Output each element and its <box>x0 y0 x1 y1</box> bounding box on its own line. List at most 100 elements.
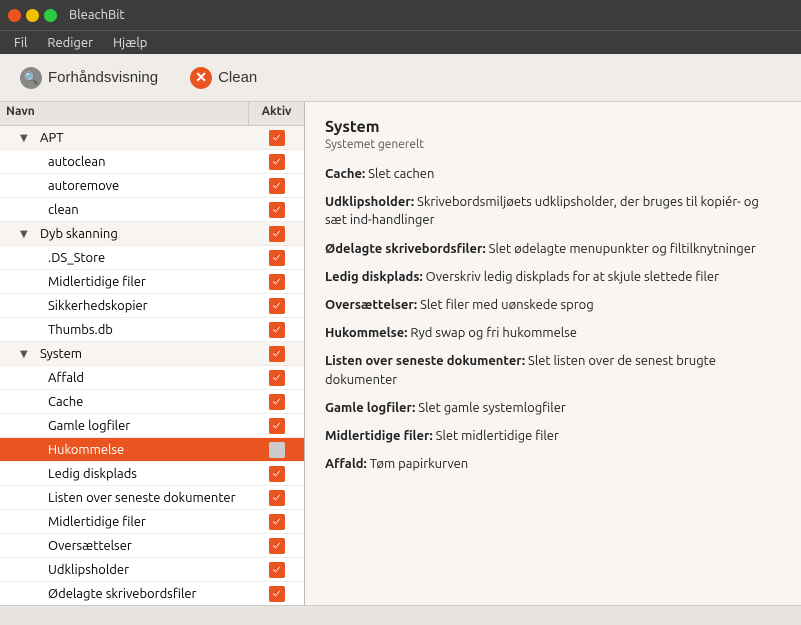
left-pane: Navn Aktiv ▼APT✓autoclean✓autoremove✓cle… <box>0 102 305 605</box>
info-entry: Ledig diskplads: Overskriv ledig diskpla… <box>325 268 781 286</box>
close-button[interactable] <box>8 9 21 22</box>
tree-row[interactable]: autoclean ✓ <box>0 150 304 174</box>
row-label: clean <box>44 203 249 217</box>
info-entry: Ødelagte skrivebordsfiler: Slet ødelagte… <box>325 240 781 258</box>
statusbar <box>0 605 801 625</box>
checkbox-checked-icon: ✓ <box>269 370 285 386</box>
row-label: Thumbs.db <box>44 323 249 337</box>
row-label: autoremove <box>44 179 249 193</box>
row-checkbox[interactable]: ✓ <box>249 346 304 362</box>
info-entry: Hukommelse: Ryd swap og fri hukommelse <box>325 324 781 342</box>
checkbox-checked-icon: ✓ <box>269 418 285 434</box>
right-pane: SystemSystemet genereltCache: Slet cache… <box>305 102 801 605</box>
preview-button[interactable]: 🔍 Forhåndsvisning <box>8 63 170 93</box>
row-checkbox[interactable]: ✓ <box>249 178 304 194</box>
tree-row[interactable]: autoremove ✓ <box>0 174 304 198</box>
tree-row[interactable]: Listen over seneste dokumenter ✓ <box>0 486 304 510</box>
tree-container[interactable]: ▼APT✓autoclean✓autoremove✓clean✓▼Dyb ska… <box>0 126 304 605</box>
info-entry: Listen over seneste dokumenter: Slet lis… <box>325 352 781 388</box>
checkbox-unchecked-icon <box>269 442 285 458</box>
tree-row[interactable]: Thumbs.db✓ <box>0 318 304 342</box>
tree-row[interactable]: Midlertidige filer✓ <box>0 510 304 534</box>
tree-row[interactable]: Ødelagte skrivebordsfiler ✓ <box>0 582 304 605</box>
row-checkbox[interactable]: ✓ <box>249 154 304 170</box>
toolbar: 🔍 Forhåndsvisning ✕ Clean <box>0 54 801 102</box>
row-label: Hukommelse <box>44 443 249 457</box>
row-label: Affald <box>44 371 249 385</box>
tree-row[interactable]: Udklipsholder✓ <box>0 558 304 582</box>
row-label: Dyb skanning <box>36 227 249 241</box>
tree-row[interactable]: .DS_Store ✓ <box>0 246 304 270</box>
row-checkbox[interactable]: ✓ <box>249 250 304 266</box>
tree-row[interactable]: clean ✓ <box>0 198 304 222</box>
checkbox-checked-icon: ✓ <box>269 178 285 194</box>
row-label: Midlertidige filer <box>44 515 249 529</box>
menu-rediger[interactable]: Rediger <box>37 34 103 52</box>
info-title: System <box>325 118 781 136</box>
tree-row[interactable]: Midlertidige filer ✓ <box>0 270 304 294</box>
tree-row[interactable]: ▼System✓ <box>0 342 304 366</box>
tree-row[interactable]: Sikkerhedskopier✓ <box>0 294 304 318</box>
preview-icon: 🔍 <box>20 67 42 89</box>
row-checkbox[interactable] <box>249 442 304 458</box>
row-checkbox[interactable]: ✓ <box>249 298 304 314</box>
checkbox-checked-icon: ✓ <box>269 202 285 218</box>
checkbox-checked-icon: ✓ <box>269 274 285 290</box>
col-aktiv-header: Aktiv <box>249 102 304 125</box>
checkbox-checked-icon: ✓ <box>269 394 285 410</box>
info-subtitle: Systemet generelt <box>325 138 781 151</box>
row-arrow: ▼ <box>20 132 36 144</box>
tree-row[interactable]: Oversættelser✓ <box>0 534 304 558</box>
maximize-button[interactable] <box>44 9 57 22</box>
preview-label: Forhåndsvisning <box>48 69 158 86</box>
row-checkbox[interactable]: ✓ <box>249 202 304 218</box>
info-entry: Oversættelser: Slet filer med uønskede s… <box>325 296 781 314</box>
row-checkbox[interactable]: ✓ <box>249 226 304 242</box>
row-checkbox[interactable]: ✓ <box>249 130 304 146</box>
row-checkbox[interactable]: ✓ <box>249 586 304 602</box>
tree-row[interactable]: ▼Dyb skanning✓ <box>0 222 304 246</box>
row-label: Ødelagte skrivebordsfiler <box>44 587 249 601</box>
row-checkbox[interactable]: ✓ <box>249 322 304 338</box>
minimize-button[interactable] <box>26 9 39 22</box>
checkbox-checked-icon: ✓ <box>269 466 285 482</box>
row-label: Cache <box>44 395 249 409</box>
row-label: Listen over seneste dokumenter <box>44 491 249 505</box>
info-entry: Affald: Tøm papirkurven <box>325 455 781 473</box>
main-content: Navn Aktiv ▼APT✓autoclean✓autoremove✓cle… <box>0 102 801 605</box>
clean-icon: ✕ <box>190 67 212 89</box>
checkbox-checked-icon: ✓ <box>269 586 285 602</box>
row-checkbox[interactable]: ✓ <box>249 394 304 410</box>
row-checkbox[interactable]: ✓ <box>249 418 304 434</box>
row-checkbox[interactable]: ✓ <box>249 370 304 386</box>
row-label: Sikkerhedskopier <box>44 299 249 313</box>
app-title: BleachBit <box>69 8 125 22</box>
checkbox-checked-icon: ✓ <box>269 154 285 170</box>
tree-row[interactable]: Affald ✓ <box>0 366 304 390</box>
row-checkbox[interactable]: ✓ <box>249 514 304 530</box>
row-checkbox[interactable]: ✓ <box>249 490 304 506</box>
row-label: Ledig diskplads <box>44 467 249 481</box>
menu-hjaelp[interactable]: Hjælp <box>103 34 157 52</box>
row-label: .DS_Store <box>44 251 249 265</box>
row-label: System <box>36 347 249 361</box>
tree-row[interactable]: Cache ✓ <box>0 390 304 414</box>
row-checkbox[interactable]: ✓ <box>249 274 304 290</box>
menu-fil[interactable]: Fil <box>4 34 37 52</box>
tree-row[interactable]: ▼APT✓ <box>0 126 304 150</box>
checkbox-checked-icon: ✓ <box>269 490 285 506</box>
checkbox-checked-icon: ✓ <box>269 346 285 362</box>
info-entry: Gamle logfiler: Slet gamle systemlogfile… <box>325 399 781 417</box>
checkbox-checked-icon: ✓ <box>269 250 285 266</box>
row-checkbox[interactable]: ✓ <box>249 538 304 554</box>
checkbox-checked-icon: ✓ <box>269 130 285 146</box>
tree-row[interactable]: Gamle logfiler✓ <box>0 414 304 438</box>
row-checkbox[interactable]: ✓ <box>249 562 304 578</box>
tree-row[interactable]: Ledig diskplads ✓ <box>0 462 304 486</box>
clean-button[interactable]: ✕ Clean <box>178 63 269 93</box>
menubar: Fil Rediger Hjælp <box>0 30 801 54</box>
row-label: autoclean <box>44 155 249 169</box>
tree-row[interactable]: Hukommelse <box>0 438 304 462</box>
row-label: Midlertidige filer <box>44 275 249 289</box>
row-checkbox[interactable]: ✓ <box>249 466 304 482</box>
